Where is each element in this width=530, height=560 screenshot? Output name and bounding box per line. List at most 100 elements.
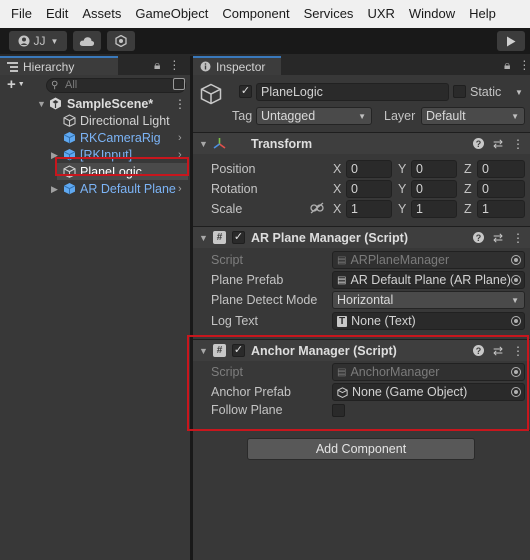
lock-icon[interactable]: 🔒︎ xyxy=(154,58,160,73)
position-y-field[interactable]: 0 xyxy=(411,160,457,178)
position-z-field[interactable]: 0 xyxy=(477,160,525,178)
menu-window[interactable]: Window xyxy=(402,0,462,28)
menu-help[interactable]: Help xyxy=(462,0,503,28)
menu-assets[interactable]: Assets xyxy=(75,0,128,28)
chevron-right-icon[interactable]: › xyxy=(178,183,182,195)
fold-arrow-icon[interactable]: ▼ xyxy=(199,233,208,243)
detect-mode-label: Plane Detect Mode xyxy=(211,293,318,307)
script-icon: # xyxy=(213,231,226,244)
position-x-field[interactable]: 0 xyxy=(346,160,392,178)
ar-plane-manager-header[interactable]: ▼ # ✓ AR Plane Manager (Script) ? ⇄ ⋮ xyxy=(193,226,530,248)
rotation-y-field[interactable]: 0 xyxy=(411,180,457,198)
expand-arrow-icon[interactable]: ▶ xyxy=(51,150,58,161)
component-menu-icon[interactable]: ⋮ xyxy=(512,344,524,358)
scene-more-icon[interactable]: ⋮ xyxy=(174,97,186,111)
chevron-down-icon[interactable]: ▼ xyxy=(515,88,523,97)
transform-title: Transform xyxy=(251,136,313,151)
lock-icon[interactable]: 🔒︎ xyxy=(504,58,510,73)
scale-x-field[interactable]: 1 xyxy=(346,200,392,218)
play-button[interactable] xyxy=(497,31,525,51)
static-checkbox[interactable] xyxy=(453,85,466,98)
component-menu-icon[interactable]: ⋮ xyxy=(512,137,524,151)
scene-row[interactable]: ▼ SampleScene* ⋮ xyxy=(0,95,190,112)
chevron-down-icon: ▼ xyxy=(50,36,59,46)
component-menu-icon[interactable]: ⋮ xyxy=(512,231,524,245)
script-value: AnchorManager xyxy=(350,365,440,379)
component-enabled-checkbox[interactable]: ✓ xyxy=(232,344,245,357)
account-icon xyxy=(18,35,30,47)
scale-y-field[interactable]: 1 xyxy=(411,200,457,218)
presets-icon[interactable]: ⇄ xyxy=(493,231,503,245)
search-placeholder: All xyxy=(65,79,78,91)
chevron-right-icon[interactable]: › xyxy=(178,149,182,161)
presets-icon[interactable]: ⇄ xyxy=(493,137,503,151)
anchor-manager-header[interactable]: ▼ # ✓ Anchor Manager (Script) ? ⇄ ⋮ xyxy=(193,339,530,361)
expand-arrow-icon[interactable]: ▶ xyxy=(51,184,58,195)
hierarchy-item-label: [RKInput] xyxy=(80,147,133,162)
more-menu-icon[interactable]: ⋮ xyxy=(168,58,180,73)
rotation-z-value: 0 xyxy=(482,182,489,196)
hierarchy-item-rkcamerarig[interactable]: RKCameraRig › xyxy=(0,129,190,146)
inspector-tabstrip: Inspector 🔒︎ ⋮ xyxy=(193,56,530,75)
tab-inspector[interactable]: Inspector xyxy=(193,56,281,75)
help-icon[interactable]: ? xyxy=(472,138,484,149)
fold-arrow-icon[interactable]: ▼ xyxy=(199,346,208,356)
hierarchy-item-rkinput[interactable]: ▶ [RKInput] › xyxy=(0,146,190,163)
help-icon[interactable]: ? xyxy=(472,232,484,243)
tab-hierarchy[interactable]: Hierarchy xyxy=(0,56,118,75)
tag-dropdown[interactable]: Untagged ▼ xyxy=(256,107,372,125)
object-picker-icon xyxy=(511,367,521,377)
create-button[interactable]: + ▼ xyxy=(7,76,25,93)
scene-name: SampleScene* xyxy=(67,96,154,111)
search-options-icon[interactable] xyxy=(173,78,185,90)
hierarchy-panel: Hierarchy 🔒︎ ⋮ + ▼ ⚲ All ▼ SampleScene* ⋮… xyxy=(0,56,190,560)
menu-uxr[interactable]: UXR xyxy=(360,0,401,28)
script-label: Script xyxy=(211,365,243,379)
axis-z-label: Z xyxy=(464,202,472,216)
constrain-proportions-icon[interactable] xyxy=(310,202,324,214)
main-toolbar: JJ ▼ xyxy=(0,28,530,54)
layer-dropdown[interactable]: Default ▼ xyxy=(421,107,525,125)
account-dropdown[interactable]: JJ ▼ xyxy=(9,31,67,51)
object-picker-icon[interactable] xyxy=(511,275,521,285)
rotation-z-field[interactable]: 0 xyxy=(477,180,525,198)
tag-value: Untagged xyxy=(261,109,316,123)
tab-hierarchy-label: Hierarchy xyxy=(23,59,75,74)
help-icon[interactable]: ? xyxy=(472,345,484,356)
scale-z-value: 1 xyxy=(482,202,489,216)
log-text-field[interactable]: T None (Text) xyxy=(332,312,525,330)
rotation-x-field[interactable]: 0 xyxy=(346,180,392,198)
active-checkbox[interactable]: ✓ xyxy=(239,85,252,98)
hierarchy-item-ar-default-plane[interactable]: ▶ AR Default Plane › xyxy=(0,180,190,197)
hierarchy-item-directional-light[interactable]: Directional Light xyxy=(0,112,190,129)
add-component-label: Add Component xyxy=(315,442,407,456)
transform-header[interactable]: ▼ Transform ? ⇄ ⋮ xyxy=(193,132,530,154)
hierarchy-item-planelogic[interactable]: PlaneLogic xyxy=(57,163,188,180)
chevron-right-icon[interactable]: › xyxy=(178,132,182,144)
plane-prefab-field[interactable]: ▤ AR Default Plane (AR Plane) xyxy=(332,271,525,289)
add-component-button[interactable]: Add Component xyxy=(247,438,475,460)
presets-icon[interactable]: ⇄ xyxy=(493,344,503,358)
rotation-label: Rotation xyxy=(211,182,258,196)
menu-component[interactable]: Component xyxy=(215,0,296,28)
expand-arrow-icon[interactable]: ▼ xyxy=(37,99,46,109)
component-enabled-checkbox[interactable]: ✓ xyxy=(232,231,245,244)
more-menu-icon[interactable]: ⋮ xyxy=(518,58,530,73)
object-name-field[interactable]: PlaneLogic xyxy=(256,83,449,101)
anchor-prefab-field[interactable]: None (Game Object) xyxy=(332,383,525,401)
menu-services[interactable]: Services xyxy=(297,0,361,28)
menu-edit[interactable]: Edit xyxy=(39,0,75,28)
object-picker-icon[interactable] xyxy=(511,387,521,397)
scale-z-field[interactable]: 1 xyxy=(477,200,525,218)
fold-arrow-icon[interactable]: ▼ xyxy=(199,139,208,149)
chevron-down-icon: ▼ xyxy=(17,81,25,89)
object-picker-icon[interactable] xyxy=(511,316,521,326)
collab-button[interactable] xyxy=(107,31,135,51)
hierarchy-item-label: AR Default Plane xyxy=(80,181,176,196)
detect-mode-dropdown[interactable]: Horizontal ▼ xyxy=(332,291,525,309)
follow-plane-checkbox[interactable] xyxy=(332,404,345,417)
menu-gameobject[interactable]: GameObject xyxy=(128,0,215,28)
cloud-button[interactable] xyxy=(73,31,101,51)
menu-file[interactable]: File xyxy=(4,0,39,28)
hierarchy-search-input[interactable]: ⚲ All xyxy=(46,78,186,93)
